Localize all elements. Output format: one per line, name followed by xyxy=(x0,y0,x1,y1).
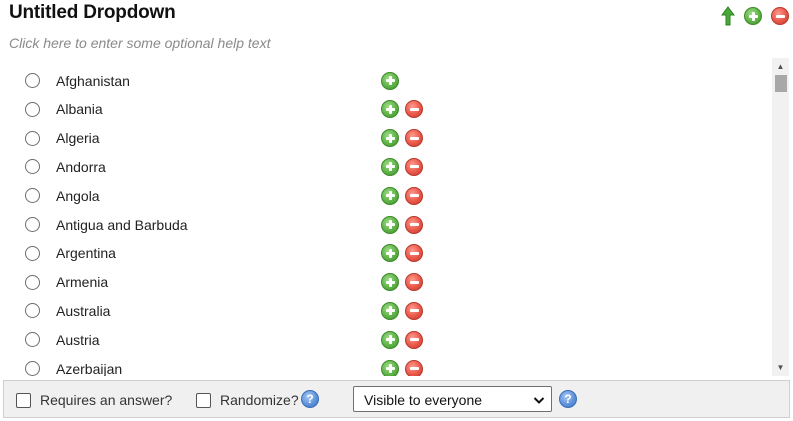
option-actions xyxy=(381,301,423,320)
plus-circle-icon[interactable] xyxy=(381,273,399,292)
option-radio[interactable] xyxy=(25,130,40,146)
option-row: Azerbaijan xyxy=(5,354,775,376)
options-list: Afghanistan Albania Algeria Andorra Angola An… xyxy=(5,58,791,376)
scrollbar[interactable]: ▲ ▼ xyxy=(772,58,789,376)
scroll-up-icon[interactable]: ▲ xyxy=(772,58,789,75)
option-row: Argentina xyxy=(5,239,775,268)
option-row: Albania xyxy=(5,95,775,124)
option-actions xyxy=(381,273,423,292)
option-row: Andorra xyxy=(5,152,775,181)
arrow-up-icon[interactable] xyxy=(721,6,735,26)
option-radio[interactable] xyxy=(25,73,40,88)
minus-circle-icon[interactable] xyxy=(771,7,789,25)
option-actions xyxy=(381,157,423,176)
minus-circle-icon[interactable] xyxy=(405,129,423,148)
option-label[interactable]: Armenia xyxy=(56,274,108,290)
option-label[interactable]: Angola xyxy=(56,188,100,204)
option-actions xyxy=(381,71,399,90)
dropdown-question-editor: Untitled Dropdown Click here to enter so… xyxy=(0,0,793,421)
question-settings-bar: Requires an answer? Randomize? ? Visible… xyxy=(3,380,790,418)
option-row: Austria xyxy=(5,325,775,354)
plus-circle-icon[interactable] xyxy=(381,186,399,205)
plus-circle-icon[interactable] xyxy=(381,71,399,90)
minus-circle-icon[interactable] xyxy=(405,186,423,205)
requires-answer-label: Requires an answer? xyxy=(40,392,173,408)
option-actions xyxy=(381,330,423,349)
option-label[interactable]: Albania xyxy=(56,101,103,117)
option-actions xyxy=(381,359,423,376)
option-radio[interactable] xyxy=(25,159,40,175)
option-label[interactable]: Afghanistan xyxy=(56,73,130,89)
option-label[interactable]: Austria xyxy=(56,332,100,348)
chevron-down-icon xyxy=(533,393,545,409)
option-row: Australia xyxy=(5,296,775,325)
option-label[interactable]: Azerbaijan xyxy=(56,361,122,377)
minus-circle-icon[interactable] xyxy=(405,273,423,292)
randomize-checkbox[interactable] xyxy=(196,393,211,408)
plus-circle-icon[interactable] xyxy=(381,301,399,320)
option-row: Algeria xyxy=(5,124,775,153)
minus-circle-icon[interactable] xyxy=(405,215,423,234)
option-label[interactable]: Algeria xyxy=(56,130,100,146)
plus-circle-icon[interactable] xyxy=(381,359,399,376)
scroll-down-icon[interactable]: ▼ xyxy=(772,359,789,376)
option-row: Angola xyxy=(5,181,775,210)
minus-circle-icon[interactable] xyxy=(405,359,423,376)
plus-circle-icon[interactable] xyxy=(381,330,399,349)
option-row: Armenia xyxy=(5,268,775,297)
option-radio[interactable] xyxy=(25,332,40,348)
minus-circle-icon[interactable] xyxy=(405,301,423,320)
option-label[interactable]: Andorra xyxy=(56,159,106,175)
question-actions xyxy=(721,6,789,26)
option-actions xyxy=(381,215,423,234)
requires-answer-checkbox[interactable] xyxy=(16,393,31,408)
option-actions xyxy=(381,244,423,263)
plus-circle-icon[interactable] xyxy=(381,215,399,234)
option-radio[interactable] xyxy=(25,188,40,204)
option-radio[interactable] xyxy=(25,303,40,319)
minus-circle-icon[interactable] xyxy=(405,330,423,349)
minus-circle-icon[interactable] xyxy=(405,157,423,176)
option-radio[interactable] xyxy=(25,361,40,376)
option-row: Antigua and Barbuda xyxy=(5,210,775,239)
option-row: Afghanistan xyxy=(5,66,775,95)
question-title[interactable]: Untitled Dropdown xyxy=(9,2,176,24)
plus-circle-icon[interactable] xyxy=(744,7,762,25)
plus-circle-icon[interactable] xyxy=(381,244,399,263)
option-radio[interactable] xyxy=(25,101,40,117)
plus-circle-icon[interactable] xyxy=(381,100,399,119)
plus-circle-icon[interactable] xyxy=(381,129,399,148)
option-radio[interactable] xyxy=(25,274,40,290)
scroll-thumb[interactable] xyxy=(775,75,787,92)
question-circle-icon[interactable]: ? xyxy=(301,390,319,408)
plus-circle-icon[interactable] xyxy=(381,157,399,176)
question-circle-icon[interactable]: ? xyxy=(559,390,577,408)
option-label[interactable]: Argentina xyxy=(56,245,116,261)
visibility-selected-value: Visible to everyone xyxy=(364,392,483,408)
option-radio[interactable] xyxy=(25,245,40,261)
option-label[interactable]: Australia xyxy=(56,303,110,319)
visibility-select[interactable]: Visible to everyone xyxy=(353,386,552,412)
randomize-label: Randomize? xyxy=(220,392,299,408)
option-actions xyxy=(381,100,423,119)
option-radio[interactable] xyxy=(25,217,40,232)
option-actions xyxy=(381,186,423,205)
help-text[interactable]: Click here to enter some optional help t… xyxy=(9,35,270,51)
option-actions xyxy=(381,129,423,148)
minus-circle-icon[interactable] xyxy=(405,100,423,119)
minus-circle-icon[interactable] xyxy=(405,244,423,263)
option-label[interactable]: Antigua and Barbuda xyxy=(56,217,188,233)
